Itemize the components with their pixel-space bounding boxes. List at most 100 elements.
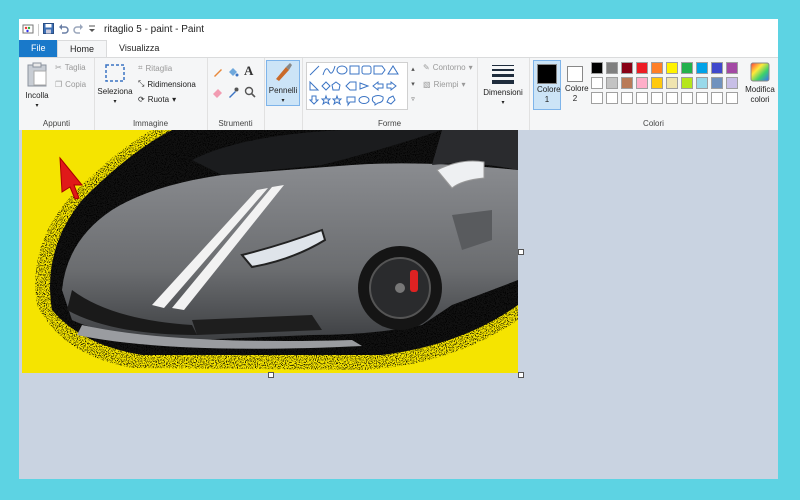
palette-swatch-empty[interactable] (681, 92, 693, 104)
fill-label: Riempi (433, 80, 459, 89)
divider (38, 23, 39, 36)
palette-swatch[interactable] (666, 77, 678, 89)
resize-handle-right[interactable] (518, 249, 524, 255)
palette-swatch[interactable] (606, 77, 618, 89)
brushes-button[interactable]: Pennelli ▾ (266, 60, 300, 106)
chevron-down-icon: ▾ (461, 80, 466, 89)
fill-button[interactable]: ▧ Riempi ▾ (423, 80, 465, 89)
palette-swatch[interactable] (591, 62, 603, 74)
palette-swatch[interactable] (621, 62, 633, 74)
color1-button[interactable]: Colore 1 (533, 60, 561, 110)
scroll-down-icon[interactable]: ▾ (408, 77, 418, 92)
palette-swatch-empty[interactable] (666, 92, 678, 104)
outline-button[interactable]: ✎ Contorno ▾ (423, 63, 473, 72)
paste-button[interactable]: Incolla ▾ (22, 62, 52, 111)
cut-label: Taglia (64, 63, 86, 72)
palette-swatch-empty[interactable] (591, 92, 603, 104)
palette-swatch-empty[interactable] (711, 92, 723, 104)
resize-handle-corner[interactable] (518, 372, 524, 378)
edit-colors-button[interactable]: Modifica colori (743, 62, 777, 105)
shapes-scroll[interactable]: ▴ ▾ ▿ (408, 62, 418, 108)
palette-swatch-empty[interactable] (726, 92, 738, 104)
color2-swatch (567, 66, 583, 82)
chevron-down-icon: ▾ (172, 95, 177, 104)
resize-handle-bottom[interactable] (268, 372, 274, 378)
rotate-label: Ruota (147, 95, 170, 104)
palette-swatch[interactable] (711, 77, 723, 89)
undo-icon[interactable] (58, 23, 69, 36)
chevron-down-icon: ▾ (281, 98, 285, 104)
rotate-icon: ⟳ (138, 95, 145, 104)
pencil-icon[interactable] (212, 66, 224, 80)
palette-swatch[interactable] (726, 77, 738, 89)
palette-swatch[interactable] (606, 62, 618, 74)
fill-icon: ▧ (423, 80, 431, 89)
save-icon[interactable] (43, 23, 54, 36)
scroll-up-icon[interactable]: ▴ (408, 62, 418, 77)
clipboard-icon (27, 62, 47, 87)
eraser-icon[interactable] (212, 86, 224, 100)
outline-label: Contorno (432, 63, 466, 72)
tab-file[interactable]: File (19, 40, 57, 57)
cut-button[interactable]: ✂ Taglia (55, 63, 86, 72)
chevron-down-icon: ▾ (501, 100, 505, 106)
palette-swatch-empty[interactable] (636, 92, 648, 104)
palette-swatch[interactable] (636, 62, 648, 74)
brush-icon (276, 63, 292, 81)
drawing-canvas[interactable] (22, 130, 518, 373)
tab-home[interactable]: Home (57, 40, 108, 57)
canvas-area[interactable] (19, 130, 778, 479)
palette-swatch[interactable] (666, 62, 678, 74)
group-label-forme: Forme (377, 119, 402, 128)
color1-label: Colore 1 (537, 85, 561, 104)
tab-visualizza[interactable]: Visualizza (107, 40, 171, 57)
crop-label: Ritaglia (145, 63, 173, 73)
group-label-colori: Colori (643, 119, 664, 128)
copy-icon: ❐ (55, 80, 63, 89)
crop-button[interactable]: ⌗ Ritaglia (138, 63, 172, 73)
palette-swatch[interactable] (621, 77, 633, 89)
paint-app-icon (22, 23, 34, 37)
group-dimensioni: Dimensioni ▾ (477, 58, 530, 130)
color-palette (591, 62, 741, 106)
palette-swatch[interactable] (651, 77, 663, 89)
palette-swatch[interactable] (696, 77, 708, 89)
color-picker-icon[interactable] (227, 86, 239, 100)
shapes-gallery[interactable] (306, 62, 408, 110)
palette-swatch[interactable] (591, 77, 603, 89)
scissors-icon: ✂ (55, 63, 62, 72)
palette-swatch[interactable] (681, 77, 693, 89)
redo-icon[interactable] (73, 23, 84, 36)
palette-swatch-empty[interactable] (606, 92, 618, 104)
select-button[interactable]: Seleziona ▾ (97, 62, 133, 107)
group-label-strumenti: Strumenti (218, 119, 253, 128)
window-title: ritaglio 5 - paint - Paint (104, 24, 205, 35)
customize-toolbar-icon[interactable] (88, 24, 96, 36)
resize-icon: ⤡ (138, 79, 145, 88)
resize-button[interactable]: ⤡ Ridimensiona (138, 79, 196, 89)
expand-icon[interactable]: ▿ (408, 92, 418, 107)
size-button[interactable]: Dimensioni ▾ (481, 63, 525, 108)
rotate-button[interactable]: ⟳ Ruota ▾ (138, 95, 176, 104)
color2-button[interactable]: Colore 2 (562, 60, 589, 108)
palette-swatch-empty[interactable] (651, 92, 663, 104)
palette-swatch[interactable] (651, 62, 663, 74)
palette-swatch[interactable] (636, 77, 648, 89)
text-tool-icon[interactable]: A (244, 63, 253, 79)
car-image (22, 130, 518, 373)
palette-swatch[interactable] (726, 62, 738, 74)
palette-swatch[interactable] (711, 62, 723, 74)
brushes-label: Pennelli (268, 86, 298, 95)
fill-bucket-icon[interactable] (227, 66, 239, 80)
group-forme: ▴ ▾ ▿ ✎ Contorno ▾ ▧ Riempi ▾ Forme (302, 58, 478, 130)
group-pennelli: Pennelli ▾ (264, 58, 303, 130)
palette-swatch[interactable] (681, 62, 693, 74)
select-icon (105, 64, 125, 82)
copy-button[interactable]: ❐ Copia (55, 80, 86, 89)
palette-swatch-empty[interactable] (696, 92, 708, 104)
palette-swatch-empty[interactable] (621, 92, 633, 104)
chevron-down-icon: ▾ (468, 63, 473, 72)
magnifier-icon[interactable] (244, 86, 256, 100)
copy-label: Copia (65, 80, 87, 89)
palette-swatch[interactable] (696, 62, 708, 74)
